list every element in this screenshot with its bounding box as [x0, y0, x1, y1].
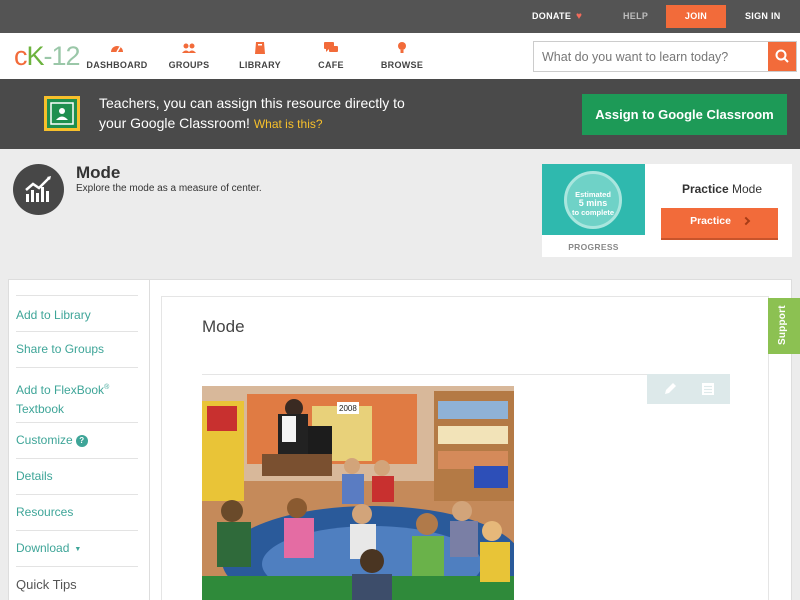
photo-sign: 2008 [339, 404, 357, 413]
library-icon [225, 41, 295, 57]
nav-cafe-label: CAFE [318, 60, 344, 70]
heart-icon: ♥ [575, 11, 583, 22]
customize-link[interactable]: Customize? [16, 423, 138, 459]
nav-groups[interactable]: GROUPS [154, 41, 224, 70]
donate-label: DONATE [532, 11, 572, 21]
help-link[interactable]: HELP [623, 0, 648, 33]
google-classroom-icon [44, 96, 80, 131]
resources-link[interactable]: Resources [16, 495, 138, 531]
browse-icon [367, 41, 437, 57]
sign-in-link[interactable]: SIGN IN [745, 0, 781, 33]
practice-title-bold: Practice [681, 182, 729, 196]
add-to-flexbook-label: Add to FlexBook [16, 383, 105, 397]
classroom-photo: 2008 [202, 386, 514, 600]
details-link[interactable]: Details [16, 459, 138, 495]
what-is-this-link[interactable]: What is this? [254, 117, 323, 131]
top-utility-bar: DONATE ♥ HELP JOIN SIGN IN [0, 0, 800, 33]
concept-description: Explore the mode as a measure of center. [76, 183, 262, 194]
classroom-message: Teachers, you can assign this resource d… [99, 93, 539, 134]
nav-dashboard[interactable]: DASHBOARD [82, 41, 152, 70]
concept-icon [13, 164, 64, 215]
assign-to-google-classroom-button[interactable]: Assign to Google Classroom [582, 94, 787, 135]
caret-down-icon: ▼ [74, 546, 82, 553]
quick-tips-heading[interactable]: Quick Tips [16, 567, 138, 600]
dashboard-icon [82, 41, 152, 57]
support-tab[interactable]: Support [768, 298, 800, 354]
progress-graphic: Estimated 5 mins to complete [542, 164, 645, 235]
content-area: Mode 2008 [161, 296, 769, 600]
search-icon [775, 49, 789, 63]
nav-library[interactable]: LIBRARY [225, 41, 295, 70]
estimate-line3: to complete [571, 208, 615, 217]
share-to-groups-link[interactable]: Share to Groups [16, 332, 138, 368]
nav-browse-label: BROWSE [380, 60, 424, 70]
practice-card: Estimated 5 mins to complete PROGRESS Pr… [542, 164, 792, 257]
content-title: Mode [202, 317, 245, 336]
nav-cafe[interactable]: CAFE [296, 41, 366, 70]
registered-mark: ® [104, 384, 110, 391]
download-label: Download [16, 541, 70, 555]
main-nav: cK-12 DASHBOARD GROUPS LIBRARY CAFE BROW… [0, 33, 800, 79]
search-box [533, 41, 797, 72]
cafe-icon [296, 41, 366, 57]
nav-browse[interactable]: BROWSE [367, 41, 437, 70]
add-to-library-link[interactable]: Add to Library [16, 295, 138, 332]
add-to-flexbook-label-2: Textbook [16, 402, 65, 416]
progress-label: PROGRESS [568, 242, 619, 252]
estimate-line2: 5 mins [578, 198, 608, 208]
concept-title: Mode [76, 163, 121, 182]
practice-title: Practice Mode [662, 182, 782, 196]
join-button[interactable]: JOIN [666, 5, 726, 28]
google-classroom-banner: Teachers, you can assign this resource d… [0, 79, 800, 149]
ck12-logo[interactable]: cK-12 [14, 41, 81, 72]
nav-library-label: LIBRARY [239, 60, 281, 70]
donate-link[interactable]: DONATE ♥ [532, 0, 582, 33]
estimate-badge: Estimated 5 mins to complete [564, 171, 622, 229]
classroom-message-line2: your Google Classroom! [99, 115, 250, 131]
sidebar: Add to Library Share to Groups Add to Fl… [8, 279, 150, 600]
support-label: Support [777, 305, 788, 345]
notes-icon[interactable] [699, 380, 717, 398]
nav-dashboard-label: DASHBOARD [86, 60, 148, 70]
download-dropdown[interactable]: Download ▼ [16, 531, 138, 567]
search-button[interactable] [768, 42, 796, 71]
practice-button[interactable]: Practice [661, 208, 778, 238]
customize-label: Customize [16, 433, 73, 447]
classroom-message-line1: Teachers, you can assign this resource d… [99, 95, 405, 111]
help-icon[interactable]: ? [75, 435, 88, 447]
groups-icon [154, 41, 224, 57]
nav-groups-label: GROUPS [168, 60, 210, 70]
search-input[interactable] [534, 42, 770, 71]
practice-button-label: Practice [690, 215, 731, 227]
pencil-icon[interactable] [661, 380, 679, 398]
chevron-right-icon [741, 216, 751, 226]
content-toolbar [647, 374, 730, 404]
practice-title-rest: Mode [732, 182, 763, 196]
add-to-flexbook-link[interactable]: Add to FlexBook® Textbook [16, 368, 138, 423]
